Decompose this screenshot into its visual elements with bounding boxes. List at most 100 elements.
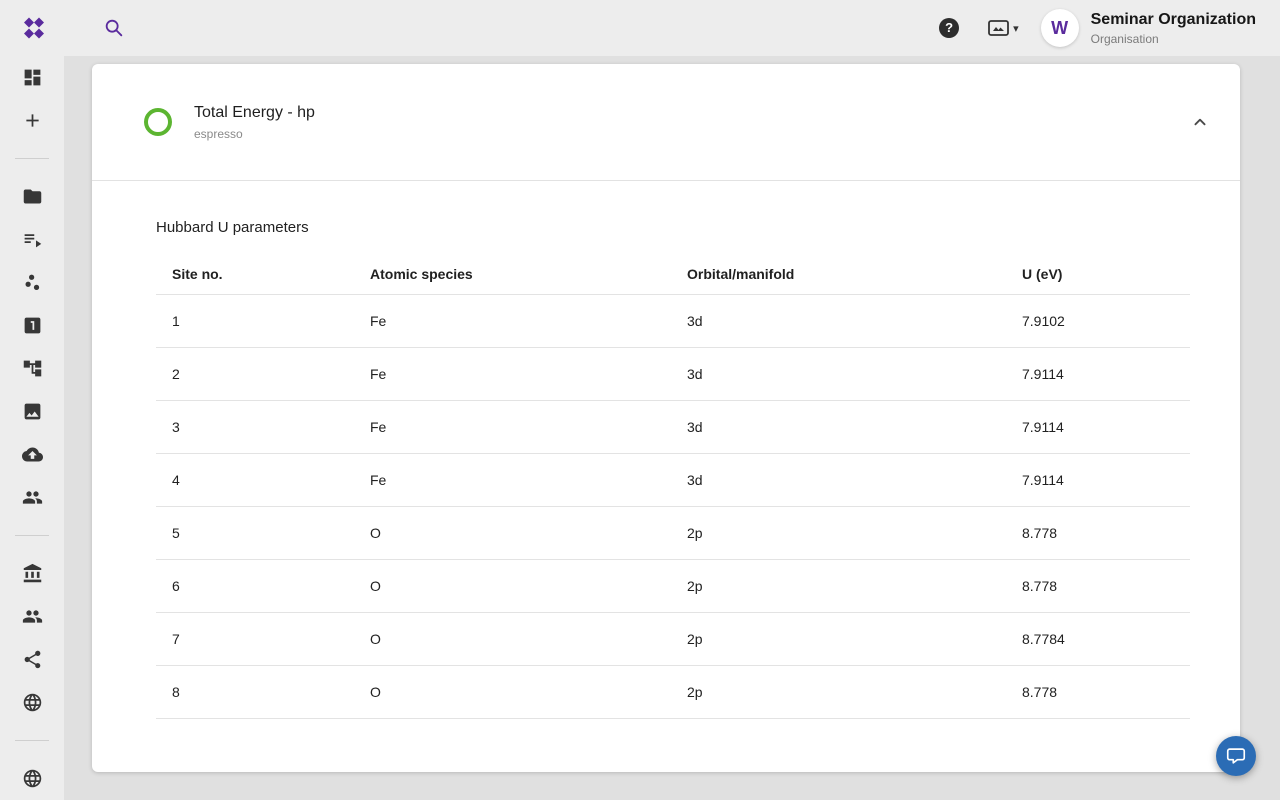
tree-icon: [22, 358, 43, 379]
sidebar-divider: [15, 535, 49, 536]
card-title: Total Energy - hp: [194, 104, 315, 122]
table-cell: 3d: [687, 400, 1022, 453]
card-header: Total Energy - hp espresso: [92, 64, 1240, 181]
table-cell: 4: [156, 453, 370, 506]
table-cell: 2: [156, 347, 370, 400]
table-cell: 2p: [687, 559, 1022, 612]
table-cell: 2p: [687, 612, 1022, 665]
table-cell: Fe: [370, 294, 687, 347]
sidebar-item-cloud-upload[interactable]: [8, 433, 56, 476]
table-cell: 7.9102: [1022, 294, 1190, 347]
dashboard-icon: [22, 67, 43, 88]
chevron-down-icon: ▾: [1013, 22, 1019, 35]
card-subtitle: espresso: [194, 127, 315, 141]
table-cell: 7.9114: [1022, 453, 1190, 506]
avatar[interactable]: W: [1041, 9, 1079, 47]
app-switcher-button[interactable]: ▾: [987, 18, 1019, 38]
avatar-letter: W: [1051, 18, 1068, 39]
table-cell: 3d: [687, 294, 1022, 347]
sidebar-item-looks-one[interactable]: [8, 304, 56, 347]
search-button[interactable]: [102, 16, 126, 40]
app-logo-icon[interactable]: [22, 16, 46, 40]
sidebar-item-institution[interactable]: [8, 552, 56, 595]
table-row: 6O2p8.778: [156, 559, 1190, 612]
sidebar-item-globe-bottom[interactable]: [8, 757, 56, 800]
status-ring-icon: [144, 108, 172, 136]
org-name: Seminar Organization: [1091, 10, 1256, 30]
sidebar-item-globe[interactable]: [8, 681, 56, 724]
table-cell: O: [370, 612, 687, 665]
sidebar-item-job-list[interactable]: [8, 218, 56, 261]
looks-one-icon: [22, 315, 43, 336]
table-cell: 3: [156, 400, 370, 453]
sidebar-item-folder[interactable]: [8, 175, 56, 218]
sidebar-item-group[interactable]: [8, 476, 56, 519]
table-header-row: Site no.Atomic speciesOrbital/manifoldU …: [156, 254, 1190, 294]
sidebar-item-add[interactable]: [8, 99, 56, 142]
institution-icon: [22, 563, 43, 584]
table-cell: 7.9114: [1022, 400, 1190, 453]
sidebar-divider: [15, 740, 49, 741]
table-cell: 3d: [687, 453, 1022, 506]
chevron-up-icon: [1189, 111, 1211, 133]
table-header-cell: Orbital/manifold: [687, 254, 1022, 294]
folder-icon: [22, 186, 43, 207]
result-card: Total Energy - hp espresso Hubbard U par…: [92, 64, 1240, 772]
sidebar: [0, 56, 64, 800]
table-cell: 8.778: [1022, 559, 1190, 612]
table-cell: 2p: [687, 506, 1022, 559]
table-cell: Fe: [370, 400, 687, 453]
org-subtitle: Organisation: [1091, 32, 1256, 47]
sidebar-item-tree[interactable]: [8, 347, 56, 390]
image-icon: [22, 401, 43, 422]
table-row: 7O2p8.7784: [156, 612, 1190, 665]
section-title: Hubbard U parameters: [156, 219, 1190, 236]
sidebar-item-image[interactable]: [8, 390, 56, 433]
sidebar-item-users[interactable]: [8, 595, 56, 638]
help-button[interactable]: ?: [939, 18, 959, 38]
table-cell: 3d: [687, 347, 1022, 400]
table-cell: 6: [156, 559, 370, 612]
playlist-icon: [22, 229, 43, 250]
table-cell: 8.7784: [1022, 612, 1190, 665]
table-row: 1Fe3d7.9102: [156, 294, 1190, 347]
sidebar-item-dashboard[interactable]: [8, 56, 56, 99]
topbar: ? ▾ W Seminar Organization Organisation: [0, 0, 1280, 56]
globe-icon: [22, 768, 43, 789]
share-icon: [22, 649, 43, 670]
group-icon: [22, 487, 43, 508]
table-row: 3Fe3d7.9114: [156, 400, 1190, 453]
table-header-cell: Site no.: [156, 254, 370, 294]
main-content: Total Energy - hp espresso Hubbard U par…: [64, 56, 1280, 800]
table-row: 5O2p8.778: [156, 506, 1190, 559]
app-window-icon: [987, 18, 1011, 38]
chat-bubble-icon: [1225, 745, 1247, 767]
cloud-upload-icon: [22, 444, 43, 465]
table-body: 1Fe3d7.91022Fe3d7.91143Fe3d7.91144Fe3d7.…: [156, 294, 1190, 718]
card-header-text: Total Energy - hp espresso: [194, 104, 315, 141]
table-cell: 8.778: [1022, 665, 1190, 718]
card-body: Hubbard U parameters Site no.Atomic spec…: [92, 181, 1240, 719]
logo-diamonds-icon: [22, 16, 46, 40]
table-header-cell: U (eV): [1022, 254, 1190, 294]
sidebar-divider: [15, 158, 49, 159]
table-cell: 8.778: [1022, 506, 1190, 559]
table-cell: 7.9114: [1022, 347, 1190, 400]
table-cell: Fe: [370, 453, 687, 506]
scatter-plot-icon: [22, 272, 43, 293]
help-icon: ?: [945, 20, 953, 35]
table-row: 8O2p8.778: [156, 665, 1190, 718]
table-row: 2Fe3d7.9114: [156, 347, 1190, 400]
sidebar-item-scatter[interactable]: [8, 261, 56, 304]
chat-button[interactable]: [1216, 736, 1256, 776]
search-icon: [103, 17, 125, 39]
users-icon: [22, 606, 43, 627]
table-cell: 8: [156, 665, 370, 718]
table-cell: O: [370, 506, 687, 559]
table-cell: O: [370, 665, 687, 718]
org-block[interactable]: Seminar Organization Organisation: [1091, 10, 1256, 47]
table-row: 4Fe3d7.9114: [156, 453, 1190, 506]
sidebar-item-share[interactable]: [8, 638, 56, 681]
table-cell: 5: [156, 506, 370, 559]
collapse-button[interactable]: [1186, 108, 1214, 136]
